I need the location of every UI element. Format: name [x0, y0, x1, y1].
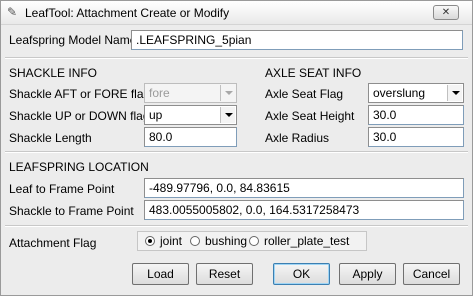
axle-seat-height-label: Axle Seat Height — [265, 109, 355, 123]
leaf-to-frame-field[interactable]: -489.97796, 0.0, 84.83615 — [144, 178, 464, 198]
close-button[interactable]: ✕ — [433, 5, 459, 20]
radio-joint[interactable] — [145, 236, 155, 246]
shackle-aft-fore-dropdown[interactable]: fore — [144, 83, 237, 103]
shackle-to-frame-label: Shackle to Frame Point — [9, 204, 134, 218]
axle-seat-height-field[interactable]: 30.0 — [368, 105, 464, 125]
axle-seat-flag-label: Axle Seat Flag — [265, 87, 344, 101]
shackle-aft-fore-value: fore — [149, 86, 170, 100]
radio-roller-plate-test[interactable] — [249, 236, 259, 246]
leaf-to-frame-label: Leaf to Frame Point — [9, 182, 115, 196]
shackle-length-label: Shackle Length — [9, 131, 92, 145]
cancel-button[interactable]: Cancel — [403, 263, 460, 285]
title-bar[interactable]: ✎ LeafTool: Attachment Create or Modify … — [1, 1, 472, 25]
shackle-length-field[interactable]: 80.0 — [144, 127, 237, 147]
radio-joint-label[interactable]: joint — [160, 234, 182, 248]
chevron-down-icon[interactable] — [447, 85, 462, 101]
radio-roller-plate-test-label[interactable]: roller_plate_test — [264, 234, 349, 248]
shackle-info-header: SHACKLE INFO — [9, 66, 98, 80]
radio-bushing-label[interactable]: bushing — [205, 234, 247, 248]
shackle-aft-fore-label: Shackle AFT or FORE flag — [9, 87, 151, 101]
axle-seat-flag-dropdown[interactable]: overslung — [368, 83, 464, 103]
chevron-down-icon[interactable] — [220, 107, 235, 123]
axle-radius-field[interactable]: 30.0 — [368, 127, 464, 147]
separator — [5, 225, 468, 227]
radio-bushing[interactable] — [190, 236, 200, 246]
reset-button[interactable]: Reset — [196, 263, 253, 285]
dialog-window: ✎ LeafTool: Attachment Create or Modify … — [0, 0, 473, 296]
app-icon: ✎ — [7, 5, 18, 19]
separator — [5, 57, 468, 59]
attachment-flag-label: Attachment Flag — [9, 236, 97, 250]
leafspring-location-header: LEAFSPRING LOCATION — [9, 160, 149, 174]
model-name-field[interactable]: .LEAFSPRING_5pian — [131, 30, 463, 50]
model-name-label: Leafspring Model Name — [9, 33, 137, 47]
shackle-up-down-dropdown[interactable]: up — [144, 105, 237, 125]
ok-button[interactable]: OK — [273, 263, 330, 285]
axle-seat-flag-value: overslung — [373, 86, 426, 100]
shackle-up-down-value: up — [149, 108, 163, 122]
separator — [5, 151, 468, 153]
chevron-down-icon[interactable] — [220, 85, 235, 101]
axle-seat-info-header: AXLE SEAT INFO — [265, 66, 362, 80]
shackle-up-down-label: Shackle UP or DOWN flag — [9, 109, 150, 123]
axle-radius-label: Axle Radius — [265, 131, 330, 145]
shackle-to-frame-field[interactable]: 483.0055005802, 0.0, 164.5317258473 — [144, 200, 464, 220]
apply-button[interactable]: Apply — [339, 263, 396, 285]
attachment-flag-radio-group: joint bushing roller_plate_test — [137, 231, 367, 251]
load-button[interactable]: Load — [132, 263, 189, 285]
window-title: LeafTool: Attachment Create or Modify — [25, 6, 230, 20]
